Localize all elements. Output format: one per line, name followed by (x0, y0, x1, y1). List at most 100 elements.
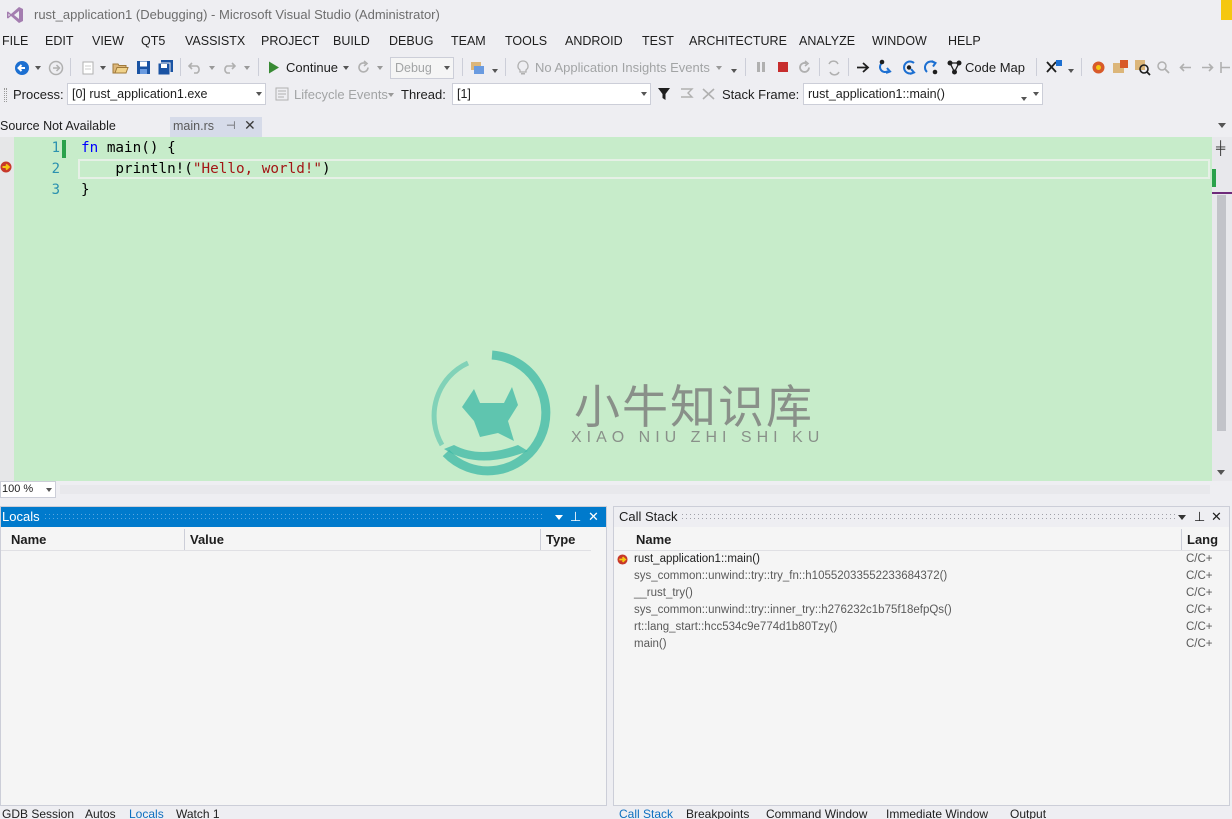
notification-flag-icon[interactable] (1221, 0, 1232, 20)
stop-debugging-icon[interactable] (777, 61, 789, 73)
code-line-2[interactable]: println!("Hello, world!") (81, 161, 330, 177)
lifecycle-events-button[interactable]: Lifecycle Events (294, 87, 388, 103)
va-pin-icon[interactable] (1219, 60, 1232, 75)
close-icon[interactable]: ✕ (588, 507, 599, 527)
menu-build[interactable]: BUILD (331, 30, 387, 52)
new-project-icon[interactable] (80, 60, 96, 76)
menu-file[interactable]: FILE (0, 30, 43, 52)
locals-header[interactable]: Locals ⊥ ✕ (1, 507, 606, 527)
breakpoint-margin[interactable] (0, 137, 14, 481)
tab-output[interactable]: Output (1010, 807, 1046, 819)
va-forward-icon[interactable] (1200, 60, 1215, 75)
overflow-dropdown-icon[interactable] (492, 69, 498, 73)
column-divider[interactable] (184, 529, 185, 550)
va-find-symbol-icon[interactable] (1134, 59, 1151, 76)
step-into-icon[interactable] (878, 59, 896, 76)
column-divider[interactable] (540, 529, 541, 550)
overflow-dropdown-icon[interactable] (731, 69, 737, 73)
overflow-dropdown-icon[interactable] (1021, 97, 1027, 101)
apply-code-changes-icon[interactable] (826, 60, 842, 76)
menu-qt5[interactable]: QT5 (139, 30, 183, 52)
redo-icon[interactable] (222, 60, 236, 74)
menu-architecture[interactable]: ARCHITECTURE (687, 30, 797, 52)
scroll-down-icon[interactable] (1217, 470, 1225, 475)
tab-immediate-window[interactable]: Immediate Window (886, 807, 988, 819)
column-header-lang[interactable]: Lang (1187, 529, 1218, 550)
tab-locals[interactable]: Locals (129, 807, 164, 819)
horizontal-scrollbar[interactable] (60, 485, 1210, 494)
application-insights-icon[interactable] (516, 60, 530, 75)
open-file-icon[interactable] (112, 60, 129, 76)
save-all-icon[interactable] (157, 59, 174, 76)
refresh-icon[interactable] (356, 60, 371, 75)
break-all-icon[interactable] (755, 61, 767, 73)
column-header-type[interactable]: Type (546, 529, 575, 550)
column-header-value[interactable]: Value (190, 529, 224, 550)
menu-vassistx[interactable]: VASSISTX (183, 30, 259, 52)
menu-team[interactable]: TEAM (449, 30, 503, 52)
undo-dropdown-icon[interactable] (209, 66, 215, 70)
call-stack-row[interactable]: rust_application1::main() C/C+ (614, 551, 1229, 568)
step-out-icon[interactable] (923, 59, 940, 76)
code-editor[interactable]: 1 2 3 fn main() { println!("Hello, world… (0, 137, 1232, 481)
window-menu-icon[interactable] (555, 515, 563, 520)
call-stack-row[interactable]: main() C/C+ (614, 636, 1229, 653)
va-back-icon[interactable] (1178, 60, 1193, 75)
tab-call-stack[interactable]: Call Stack (619, 807, 673, 819)
tab-command-window[interactable]: Command Window (766, 807, 867, 819)
new-dropdown-icon[interactable] (100, 66, 106, 70)
continue-button[interactable]: Continue (286, 60, 338, 76)
hex-display-icon[interactable] (1045, 59, 1063, 76)
flag-threads-icon[interactable] (679, 87, 694, 101)
step-over-icon[interactable] (901, 59, 918, 76)
insights-dropdown-icon[interactable] (716, 66, 722, 70)
call-stack-row[interactable]: __rust_try() C/C+ (614, 585, 1229, 602)
pin-icon[interactable]: ⊥ (1194, 507, 1205, 527)
navigate-forward-icon[interactable] (48, 60, 64, 76)
call-stack-row[interactable]: sys_common::unwind::try::inner_try::h276… (614, 602, 1229, 619)
process-select[interactable]: [0] rust_application1.exe (67, 83, 266, 105)
back-dropdown-icon[interactable] (35, 66, 41, 70)
filter-icon[interactable] (657, 87, 671, 101)
refresh-dropdown-icon[interactable] (377, 66, 383, 70)
lifecycle-dropdown-icon[interactable] (388, 93, 394, 97)
zoom-select[interactable]: 100 % (0, 481, 56, 498)
thread-select[interactable]: [1] (452, 83, 651, 105)
close-icon[interactable]: ✕ (244, 117, 256, 134)
code-line-1[interactable]: fn main() { (81, 140, 176, 156)
menu-window[interactable]: WINDOW (870, 30, 946, 52)
save-icon[interactable] (136, 60, 151, 75)
flag-just-my-code-icon[interactable] (701, 87, 717, 101)
restart-icon[interactable] (797, 60, 812, 75)
tab-autos[interactable]: Autos (85, 807, 116, 819)
call-stack-row[interactable]: sys_common::unwind::try::try_fn::h105520… (614, 568, 1229, 585)
tab-overflow-icon[interactable] (1218, 123, 1226, 128)
navigate-back-icon[interactable] (14, 60, 30, 76)
code-map-button[interactable]: Code Map (965, 60, 1025, 76)
menu-tools[interactable]: TOOLS (503, 30, 563, 52)
menu-edit[interactable]: EDIT (43, 30, 90, 52)
tab-main-rs[interactable]: main.rs ⊣ ✕ (170, 117, 262, 137)
application-insights-label[interactable]: No Application Insights Events (535, 60, 710, 76)
column-header-name[interactable]: Name (636, 529, 671, 550)
menu-debug[interactable]: DEBUG (387, 30, 449, 52)
menu-view[interactable]: VIEW (90, 30, 139, 52)
continue-play-icon[interactable] (268, 61, 280, 74)
scrollbar-thumb[interactable] (1217, 195, 1226, 431)
tab-source-not-available[interactable]: Source Not Available (0, 119, 116, 133)
va-open-file-icon[interactable] (1112, 59, 1129, 76)
undo-icon[interactable] (188, 60, 202, 74)
menu-test[interactable]: TEST (640, 30, 687, 52)
show-next-statement-icon[interactable] (856, 61, 870, 74)
call-stack-row[interactable]: rt::lang_start::hcc534c9e774d1b80Tzy() C… (614, 619, 1229, 636)
tab-breakpoints[interactable]: Breakpoints (686, 807, 749, 819)
close-icon[interactable]: ✕ (1211, 507, 1222, 527)
split-view-icon[interactable]: ╪ (1216, 140, 1225, 155)
continue-dropdown-icon[interactable] (343, 66, 349, 70)
code-line-3[interactable]: } (81, 182, 90, 198)
search-icon[interactable] (1156, 60, 1171, 75)
tab-watch-1[interactable]: Watch 1 (176, 807, 220, 819)
menu-project[interactable]: PROJECT (259, 30, 331, 52)
code-map-icon[interactable] (946, 59, 963, 76)
column-header-name[interactable]: Name (11, 529, 46, 550)
